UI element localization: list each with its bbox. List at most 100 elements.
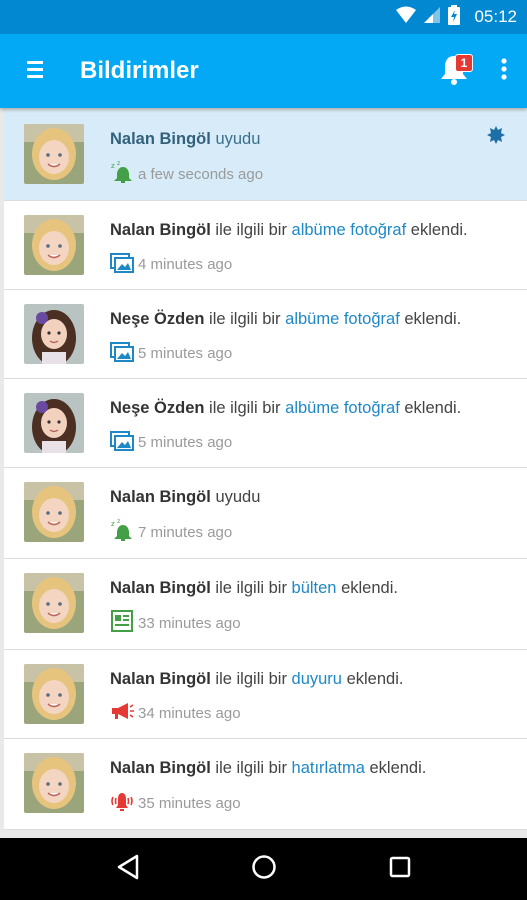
notification-item[interactable]: Nalan Bingöl ile ilgili bir albüme fotoğ… <box>4 201 527 290</box>
notification-content: Nalan Bingöl ile ilgili bir albüme fotoğ… <box>110 215 515 277</box>
text-before: ile ilgili bir <box>204 399 286 417</box>
more-options-button[interactable] <box>481 34 527 108</box>
content-link[interactable]: bülten <box>292 579 337 597</box>
system-nav-bar <box>0 838 527 900</box>
notification-text: Neşe Özden ile ilgili bir albüme fotoğra… <box>110 395 515 421</box>
person-name[interactable]: Nalan Bingöl <box>110 221 211 239</box>
person-name[interactable]: Nalan Bingöl <box>110 579 211 597</box>
text-after: eklendi. <box>364 759 427 777</box>
notification-item[interactable]: Nalan Bingöl uyudu z z 7 minutes ago <box>4 468 527 559</box>
avatar <box>24 664 84 724</box>
notification-meta: 5 minutes ago <box>110 340 515 366</box>
status-bar: 05:12 <box>0 0 527 34</box>
sleep-icon: zz <box>110 518 138 546</box>
notification-item[interactable]: Nalan Bingöl uyudu z z a few seconds ago <box>4 110 527 201</box>
photo-album-icon <box>110 429 138 455</box>
svg-text:z: z <box>117 518 120 525</box>
notification-content: Neşe Özden ile ilgili bir albüme fotoğra… <box>110 393 515 455</box>
timestamp: a few seconds ago <box>138 165 264 183</box>
timestamp: 5 minutes ago <box>138 433 233 451</box>
svg-text:z: z <box>111 162 115 170</box>
text-before: ile ilgili bir <box>210 759 292 777</box>
app-bar: Bildirimler 1 <box>0 34 527 108</box>
hamburger-icon <box>27 59 43 84</box>
text-after: eklendi. <box>406 221 468 239</box>
page-title: Bildirimler <box>80 57 199 84</box>
more-vert-icon <box>501 57 507 85</box>
notification-content: Nalan Bingöl ile ilgili bir bülten eklen… <box>110 573 515 637</box>
person-name[interactable]: Nalan Bingöl <box>110 130 211 148</box>
notification-verb: uyudu <box>215 130 261 148</box>
notification-meta: 5 minutes ago <box>110 429 515 455</box>
notification-meta: zz7 minutes ago <box>110 518 515 546</box>
notification-badge: 1 <box>455 54 473 72</box>
notification-item[interactable]: Nalan Bingöl ile ilgili bir duyuru eklen… <box>4 650 527 739</box>
text-after: eklendi. <box>341 670 404 688</box>
avatar <box>24 573 84 633</box>
timestamp: 5 minutes ago <box>138 344 233 362</box>
text-before: ile ilgili bir <box>210 579 292 597</box>
bulletin-icon <box>110 609 138 637</box>
person-name[interactable]: Neşe Özden <box>110 399 204 417</box>
notification-meta: 34 minutes ago <box>110 700 515 726</box>
avatar <box>24 215 84 275</box>
avatar <box>24 304 84 364</box>
unread-indicator-icon <box>487 126 505 149</box>
avatar <box>24 482 84 542</box>
avatar <box>24 753 84 813</box>
notifications-button[interactable]: 1 <box>427 34 481 108</box>
content-link[interactable]: duyuru <box>292 670 342 688</box>
timestamp: 35 minutes ago <box>138 794 241 812</box>
timestamp: 34 minutes ago <box>138 704 241 722</box>
text-before: ile ilgili bir <box>204 310 286 328</box>
text-before: ile ilgili bir <box>210 221 292 239</box>
notification-item[interactable]: Nalan Bingöl ile ilgili bir hatırlatma e… <box>4 739 527 830</box>
notification-list[interactable]: Nalan Bingöl uyudu z z a few seconds ago Nal… <box>4 110 527 838</box>
person-name[interactable]: Nalan Bingöl <box>110 670 211 688</box>
notification-item[interactable]: Nalan Bingöl ile ilgili bir bülten eklen… <box>4 559 527 650</box>
text-before: ile ilgili bir <box>210 670 292 688</box>
person-name[interactable]: Nalan Bingöl <box>110 759 211 777</box>
menu-button[interactable] <box>0 34 70 108</box>
text-after: eklendi. <box>336 579 398 597</box>
photo-album-icon <box>110 251 138 277</box>
home-icon[interactable] <box>251 854 277 885</box>
notification-meta: 33 minutes ago <box>110 609 515 637</box>
notification-content: Nalan Bingöl uyudu z z 7 minutes ago <box>110 482 515 546</box>
sleep-icon: zz <box>110 160 138 188</box>
timestamp: 7 minutes ago <box>138 523 233 541</box>
notification-content: Neşe Özden ile ilgili bir albüme fotoğra… <box>110 304 515 366</box>
timestamp: 4 minutes ago <box>138 255 233 273</box>
megaphone-icon <box>110 700 138 726</box>
signal-icon <box>424 6 441 29</box>
notification-text: Nalan Bingöl ile ilgili bir bülten eklen… <box>110 575 515 601</box>
notification-meta: zza few seconds ago <box>110 160 515 188</box>
notification-text: Nalan Bingöl ile ilgili bir duyuru eklen… <box>110 666 515 692</box>
notification-item[interactable]: Neşe Özden ile ilgili bir albüme fotoğra… <box>4 290 527 379</box>
notification-content: Nalan Bingöl ile ilgili bir duyuru eklen… <box>110 664 515 726</box>
wifi-icon <box>396 6 417 29</box>
notification-meta: 4 minutes ago <box>110 251 515 277</box>
content-link[interactable]: albüme fotoğraf <box>292 221 407 239</box>
content-link[interactable]: albüme fotoğraf <box>285 399 400 417</box>
status-time: 05:12 <box>474 7 517 26</box>
person-name[interactable]: Nalan Bingöl <box>110 488 211 506</box>
battery-icon <box>448 4 461 30</box>
alarm-icon <box>110 789 138 817</box>
notification-item[interactable]: Neşe Özden ile ilgili bir albüme fotoğra… <box>4 379 527 468</box>
notification-content: Nalan Bingöl ile ilgili bir hatırlatma e… <box>110 753 515 817</box>
notification-content: Nalan Bingöl uyudu z z a few seconds ago <box>110 124 515 188</box>
text-after: eklendi. <box>399 310 462 328</box>
person-name[interactable]: Neşe Özden <box>110 310 204 328</box>
notification-verb: uyudu <box>215 488 261 506</box>
content-link[interactable]: albüme fotoğraf <box>285 310 400 328</box>
recents-icon[interactable] <box>389 856 411 883</box>
timestamp: 33 minutes ago <box>138 614 241 632</box>
text-after: eklendi. <box>399 399 462 417</box>
notification-text: Nalan Bingöl ile ilgili bir albüme fotoğ… <box>110 217 515 243</box>
back-icon[interactable] <box>116 854 140 885</box>
avatar <box>24 393 84 453</box>
content-link[interactable]: hatırlatma <box>292 759 365 777</box>
svg-text:z: z <box>111 520 115 528</box>
svg-text:z: z <box>117 160 120 167</box>
